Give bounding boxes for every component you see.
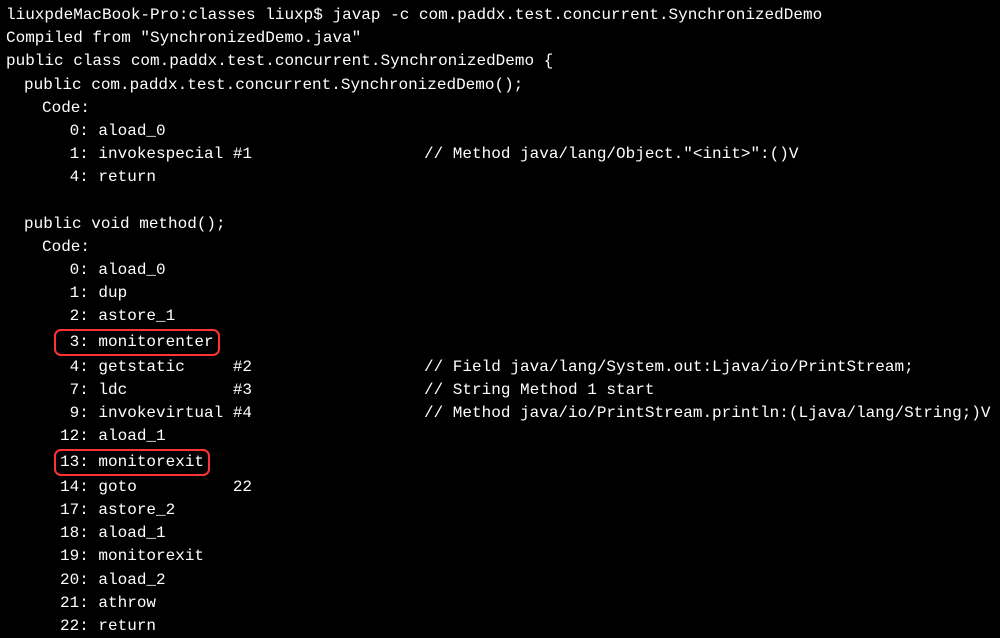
instruction-text: 9: invokevirtual #4: [60, 404, 252, 422]
instruction-text: 18: aload_1: [60, 524, 233, 542]
instruction-text: 20: aload_2: [60, 571, 233, 589]
bytecode-line: 17: astore_2: [6, 499, 994, 522]
instruction-text: 1: dup: [60, 284, 233, 302]
bytecode-line: 7: ldc #3 // String Method 1 start: [6, 379, 994, 402]
bytecode-line: 14: goto 22: [6, 476, 994, 499]
instruction-text: 0: aload_0: [60, 261, 233, 279]
bytecode-line: 20: aload_2: [6, 569, 994, 592]
bytecode-comment: // Method java/io/PrintStream.println:(L…: [424, 402, 991, 425]
bytecode-line: 3: monitorenter: [6, 329, 994, 356]
command-text: javap -c com.paddx.test.concurrent.Synch…: [332, 6, 822, 24]
instruction-text: 0: aload_0: [60, 122, 233, 140]
code-label: Code:: [6, 97, 994, 120]
instruction-text: 14: goto 22: [60, 478, 252, 496]
bytecode-line: 22: return: [6, 615, 994, 638]
bytecode-comment: // String Method 1 start: [424, 379, 654, 402]
bytecode-line: 18: aload_1: [6, 522, 994, 545]
bytecode-line: 2: astore_1: [6, 305, 994, 328]
bytecode-comment: // Method java/lang/Object."<init>":()V: [424, 143, 798, 166]
bytecode-line: 0: aload_0: [6, 120, 994, 143]
highlighted-instruction: 3: monitorenter: [54, 329, 220, 356]
prompt-user: liuxp$: [265, 6, 323, 24]
method-instructions: 0: aload_0 1: dup 2: astore_1 3: monitor…: [6, 259, 994, 638]
instruction-text: 4: getstatic #2: [60, 358, 252, 376]
constructor-instructions: 0: aload_0 1: invokespecial #1 // Method …: [6, 120, 994, 190]
instruction-text: 2: astore_1: [60, 307, 233, 325]
bytecode-line: 1: invokespecial #1 // Method java/lang/O…: [6, 143, 994, 166]
instruction-text: 12: aload_1: [60, 427, 233, 445]
instruction-text: 19: monitorexit: [60, 547, 233, 565]
instruction-text: 22: return: [60, 617, 233, 635]
terminal-prompt-line: liuxpdeMacBook-Pro:classes liuxp$ javap …: [6, 4, 994, 27]
bytecode-line: 0: aload_0: [6, 259, 994, 282]
instruction-text: 4: return: [60, 168, 233, 186]
prompt-dir: classes: [188, 6, 255, 24]
bytecode-line: 4: return: [6, 166, 994, 189]
highlighted-instruction: 13: monitorexit: [54, 449, 210, 476]
bytecode-line: 1: dup: [6, 282, 994, 305]
code-label: Code:: [6, 236, 994, 259]
instruction-text: 17: astore_2: [60, 501, 233, 519]
method-signature: public void method();: [6, 213, 994, 236]
bytecode-line: 19: monitorexit: [6, 545, 994, 568]
compiled-from-line: Compiled from "SynchronizedDemo.java": [6, 27, 994, 50]
constructor-signature: public com.paddx.test.concurrent.Synchro…: [6, 74, 994, 97]
bytecode-line: 13: monitorexit: [6, 449, 994, 476]
bytecode-comment: // Field java/lang/System.out:Ljava/io/P…: [424, 356, 914, 379]
bytecode-line: 21: athrow: [6, 592, 994, 615]
bytecode-line: 12: aload_1: [6, 425, 994, 448]
prompt-host: liuxpdeMacBook-Pro: [6, 6, 179, 24]
bytecode-line: 4: getstatic #2 // Field java/lang/System…: [6, 356, 994, 379]
blank-line: [6, 190, 994, 213]
instruction-text: 7: ldc #3: [60, 381, 252, 399]
bytecode-line: 9: invokevirtual #4 // Method java/io/Pri…: [6, 402, 994, 425]
instruction-text: 1: invokespecial #1: [60, 145, 252, 163]
class-declaration: public class com.paddx.test.concurrent.S…: [6, 50, 994, 73]
